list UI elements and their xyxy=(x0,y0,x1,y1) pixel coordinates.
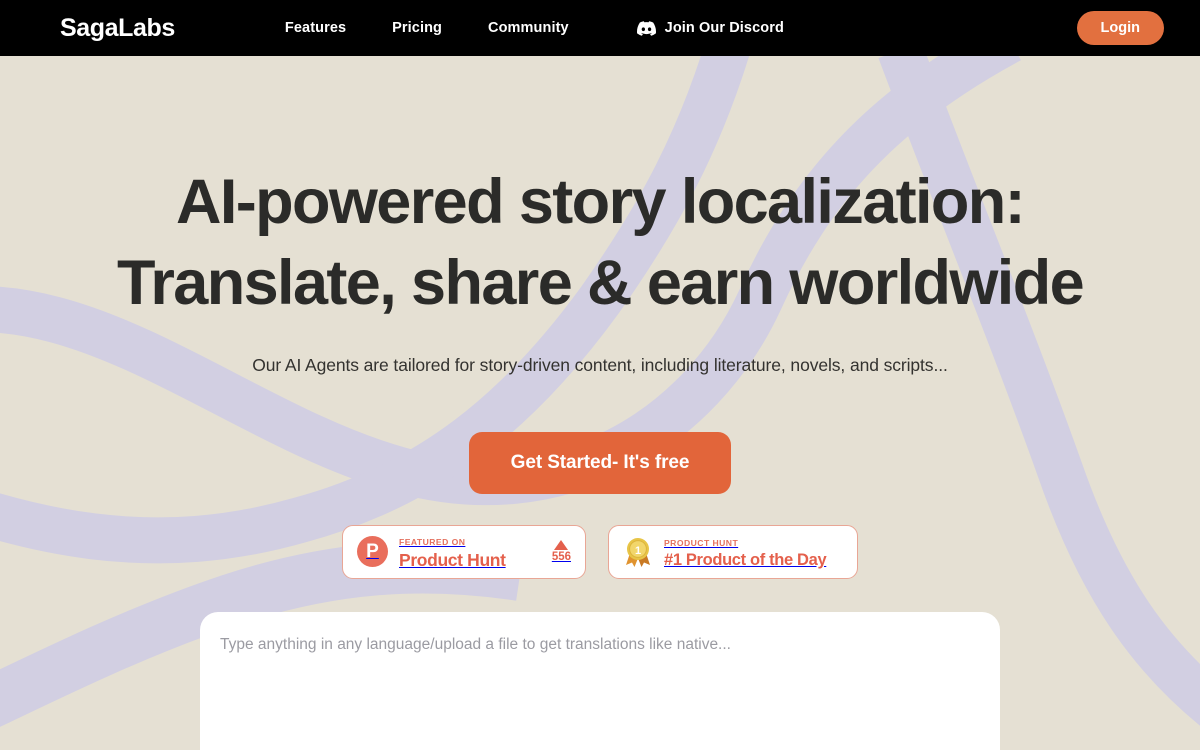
producthunt-logo-icon: P xyxy=(357,536,388,568)
producthunt-upvote-count: 556 xyxy=(551,550,571,563)
get-started-button[interactable]: Get Started- It's free xyxy=(468,431,732,494)
upvote-triangle-icon xyxy=(554,539,569,550)
nav-link-pricing[interactable]: Pricing xyxy=(392,20,442,36)
producthunt-upvote-group: 556 xyxy=(551,539,571,564)
producthunt-featured-title: Product Hunt xyxy=(399,550,506,571)
producthunt-product-of-the-day-badge[interactable]: 1 PRODUCT HUNT #1 Product of the Day xyxy=(608,524,858,579)
hero-title-line-1: AI-powered story localization: xyxy=(175,167,1026,237)
hero-title-line-2: Translate, share & earn worldwide xyxy=(116,248,1085,319)
nav-link-join-discord-label: Join Our Discord xyxy=(664,20,784,36)
brand-logo[interactable]: SagaLabs xyxy=(60,14,175,43)
product-hunt-badges: P FEATURED ON Product Hunt 556 1 PRODUCT… xyxy=(0,524,1200,579)
producthunt-potd-badge-text: PRODUCT HUNT #1 Product of the Day xyxy=(664,533,843,570)
producthunt-featured-eyebrow: FEATURED ON xyxy=(399,537,466,548)
prompt-input-card[interactable] xyxy=(200,612,1000,750)
discord-icon xyxy=(636,20,656,36)
hero-cta-wrap: Get Started- It's free xyxy=(0,431,1200,494)
nav-links-group: Features Pricing Community Join Our Disc… xyxy=(285,20,784,36)
nav-link-join-discord[interactable]: Join Our Discord xyxy=(636,20,784,36)
producthunt-potd-eyebrow: PRODUCT HUNT xyxy=(664,538,739,549)
login-button[interactable]: Login xyxy=(1076,11,1164,45)
gold-medal-icon: 1 xyxy=(626,537,650,567)
top-navigation-bar: SagaLabs Features Pricing Community Join… xyxy=(0,0,1200,56)
svg-text:1: 1 xyxy=(635,545,641,557)
hero-title: AI-powered story localization: Translate… xyxy=(0,162,1200,325)
nav-link-community[interactable]: Community xyxy=(488,20,569,36)
producthunt-featured-badge[interactable]: P FEATURED ON Product Hunt 556 xyxy=(342,524,586,579)
hero-subtitle: Our AI Agents are tailored for story-dri… xyxy=(252,354,948,375)
producthunt-potd-title: #1 Product of the Day xyxy=(664,551,827,570)
producthunt-featured-badge-text: FEATURED ON Product Hunt xyxy=(399,532,546,571)
hero-section: AI-powered story localization: Translate… xyxy=(0,56,1200,579)
prompt-textarea[interactable] xyxy=(220,634,980,744)
nav-link-features[interactable]: Features xyxy=(285,20,346,36)
